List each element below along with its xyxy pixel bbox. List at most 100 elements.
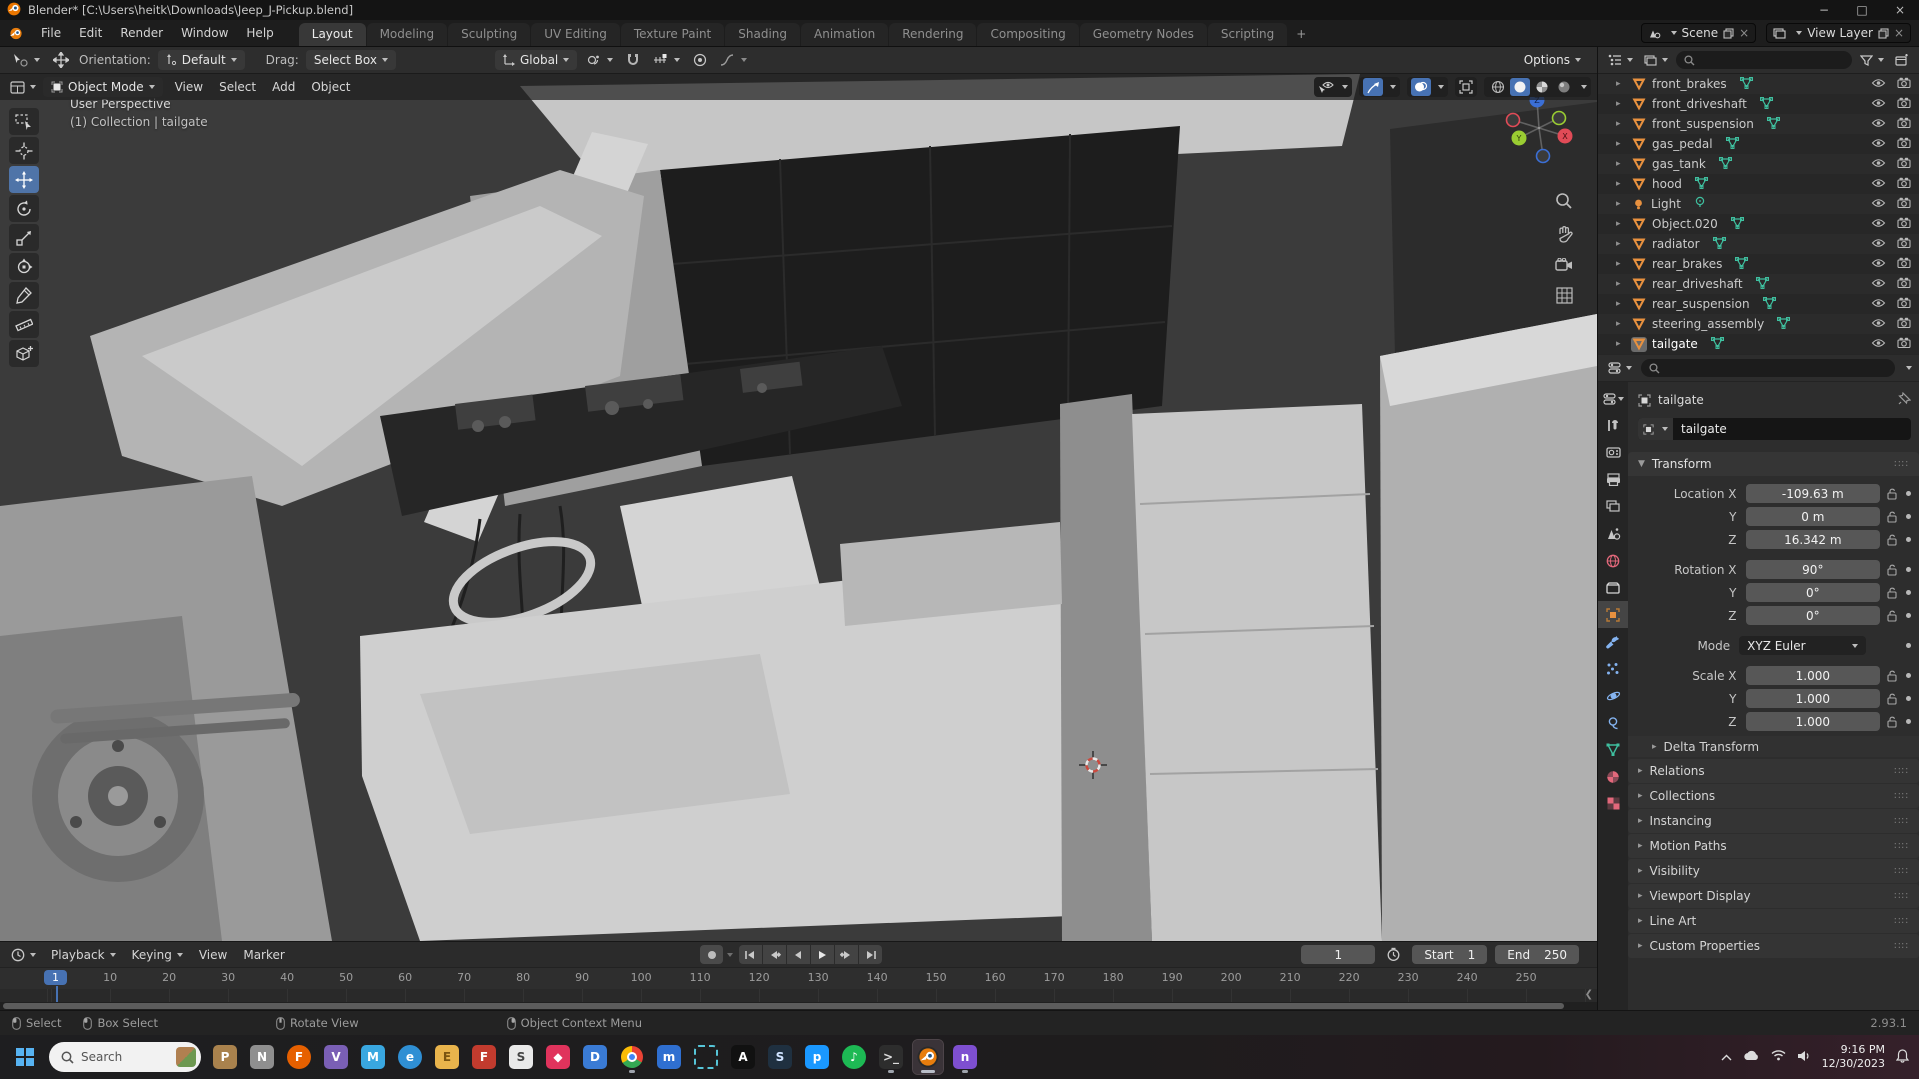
menu-render[interactable]: Render xyxy=(111,20,172,46)
disable-render-icon[interactable] xyxy=(1897,317,1911,331)
pin-icon[interactable] xyxy=(1898,391,1912,408)
active-tool-icon[interactable] xyxy=(8,51,43,69)
viewport-3d[interactable]: Object Mode View Select Add Object User … xyxy=(0,74,1597,941)
taskbar-app-f[interactable]: F xyxy=(469,1040,499,1074)
menu-file[interactable]: File xyxy=(32,20,70,46)
mesh-object-icon[interactable] xyxy=(1631,336,1647,352)
outliner-row-rear_suspension[interactable]: ▸ rear_suspension xyxy=(1598,294,1919,314)
lock-icon[interactable] xyxy=(1887,610,1897,622)
outliner-editor-icon[interactable] xyxy=(1605,53,1636,67)
expand-icon[interactable]: ▸ xyxy=(1616,279,1626,289)
taskbar-app-chrome[interactable] xyxy=(617,1040,647,1074)
expand-icon[interactable]: ▸ xyxy=(1616,159,1626,169)
ortho-grid-icon[interactable] xyxy=(1555,287,1573,307)
panel-collections[interactable]: ▸ Collections ∷∷ xyxy=(1628,784,1919,808)
tab-animation[interactable]: Animation xyxy=(801,23,889,46)
timeline-menu-marker[interactable]: Marker xyxy=(235,948,292,962)
taskbar-app-photos[interactable]: P xyxy=(210,1040,240,1074)
mesh-object-icon[interactable] xyxy=(1631,237,1647,252)
shading-wireframe-icon[interactable] xyxy=(1488,78,1508,96)
disable-render-icon[interactable] xyxy=(1897,137,1911,151)
viewport-menu-view[interactable]: View xyxy=(167,80,211,94)
properties-tab-data[interactable] xyxy=(1598,736,1628,763)
mesh-object-icon[interactable] xyxy=(1631,257,1647,272)
gizmos-toggle-dropdown[interactable] xyxy=(1359,77,1400,97)
snap-icon[interactable] xyxy=(623,52,643,68)
animate-dot[interactable] xyxy=(1906,696,1911,701)
outliner-row-Light[interactable]: ▸ Light xyxy=(1598,194,1919,214)
panel-viewport-display[interactable]: ▸ Viewport Display ∷∷ xyxy=(1628,884,1919,908)
end-frame-field[interactable]: End 250 xyxy=(1495,945,1579,964)
tool-measure[interactable] xyxy=(9,311,39,338)
tab-modeling[interactable]: Modeling xyxy=(366,23,448,46)
properties-editor-icon[interactable] xyxy=(1605,361,1635,375)
taskbar-app-media[interactable]: V xyxy=(321,1040,351,1074)
tray-chevron-icon[interactable] xyxy=(1721,1050,1732,1064)
hide-eye-icon[interactable] xyxy=(1871,257,1886,271)
taskbar-app-dropbox[interactable]: D xyxy=(580,1040,610,1074)
delta-transform-header[interactable]: ▸ Delta Transform xyxy=(1628,736,1919,757)
timeline-menu-view[interactable]: View xyxy=(191,948,235,962)
outliner-row-radiator[interactable]: ▸ radiator xyxy=(1598,234,1919,254)
properties-tab-constraints[interactable] xyxy=(1598,709,1628,736)
blender-menu-icon[interactable] xyxy=(0,20,32,46)
location-value-field[interactable]: -109.63 m xyxy=(1745,484,1881,503)
taskbar-app-mail[interactable]: M xyxy=(358,1040,388,1074)
disable-render-icon[interactable] xyxy=(1897,117,1911,131)
expand-icon[interactable]: ▸ xyxy=(1616,219,1626,229)
preview-range-icon[interactable] xyxy=(1383,946,1404,963)
lock-icon[interactable] xyxy=(1887,534,1897,546)
hide-eye-icon[interactable] xyxy=(1871,157,1886,171)
hide-eye-icon[interactable] xyxy=(1871,197,1886,211)
properties-tab-scene[interactable] xyxy=(1598,520,1628,547)
properties-tab-object[interactable] xyxy=(1598,601,1628,628)
onedrive-cloud-icon[interactable] xyxy=(1743,1050,1760,1064)
taskbar-app-terminal[interactable]: >_ xyxy=(876,1040,906,1074)
disable-render-icon[interactable] xyxy=(1897,257,1911,271)
lock-icon[interactable] xyxy=(1887,693,1897,705)
lock-icon[interactable] xyxy=(1887,587,1897,599)
hide-eye-icon[interactable] xyxy=(1871,77,1886,91)
lock-icon[interactable] xyxy=(1887,488,1897,500)
tool-add-cube[interactable] xyxy=(9,340,39,367)
disable-render-icon[interactable] xyxy=(1897,197,1911,211)
editor-type-icon[interactable] xyxy=(7,80,39,95)
lock-icon[interactable] xyxy=(1887,511,1897,523)
shading-solid-icon[interactable] xyxy=(1510,78,1530,96)
panel-custom-properties[interactable]: ▸ Custom Properties ∷∷ xyxy=(1628,934,1919,958)
start-button[interactable] xyxy=(10,1042,40,1072)
timeline-ruler[interactable]: 10 20 30 40 50 60 70 80 90 100 110 120 130 140 150 160 1… xyxy=(0,967,1597,989)
new-scene-icon[interactable] xyxy=(1723,27,1734,39)
taskbar-app-a[interactable]: A xyxy=(728,1040,758,1074)
expand-icon[interactable]: ▸ xyxy=(1616,299,1626,309)
taskbar-app-mhfp[interactable]: m xyxy=(654,1040,684,1074)
taskbar-clock[interactable]: 9:16 PM 12/30/2023 xyxy=(1822,1043,1885,1072)
outliner-row-tailgate[interactable]: ▸ tailgate xyxy=(1598,334,1919,354)
hide-eye-icon[interactable] xyxy=(1871,97,1886,111)
animate-dot[interactable] xyxy=(1906,613,1911,618)
panel-relations[interactable]: ▸ Relations ∷∷ xyxy=(1628,759,1919,783)
tab-sculpting[interactable]: Sculpting xyxy=(448,23,531,46)
panel-line-art[interactable]: ▸ Line Art ∷∷ xyxy=(1628,909,1919,933)
taskbar-app-prime[interactable]: p xyxy=(802,1040,832,1074)
properties-tab-texture[interactable] xyxy=(1598,790,1628,817)
overlays-toggle-dropdown[interactable] xyxy=(1407,77,1448,97)
prev-keyframe-button[interactable] xyxy=(763,945,786,964)
properties-tab-particles[interactable] xyxy=(1598,655,1628,682)
taskbar-app-explorer[interactable]: E xyxy=(432,1040,462,1074)
current-frame-badge[interactable]: 1 xyxy=(44,970,67,985)
mesh-object-icon[interactable] xyxy=(1631,177,1647,192)
timeline-editor-icon[interactable] xyxy=(8,947,39,963)
pan-hand-icon[interactable] xyxy=(1556,225,1573,246)
menu-edit[interactable]: Edit xyxy=(70,20,111,46)
hide-eye-icon[interactable] xyxy=(1871,317,1886,331)
animate-dot[interactable] xyxy=(1906,537,1911,542)
location-value-field[interactable]: 0 m xyxy=(1745,507,1881,526)
viewport-menu-select[interactable]: Select xyxy=(211,80,264,94)
panel-visibility[interactable]: ▸ Visibility ∷∷ xyxy=(1628,859,1919,883)
tab-compositing[interactable]: Compositing xyxy=(977,23,1079,46)
taskbar-app-edge[interactable]: e xyxy=(395,1040,425,1074)
properties-tab-render[interactable] xyxy=(1598,439,1628,466)
disable-render-icon[interactable] xyxy=(1897,97,1911,111)
add-workspace-button[interactable]: + xyxy=(1288,23,1314,46)
